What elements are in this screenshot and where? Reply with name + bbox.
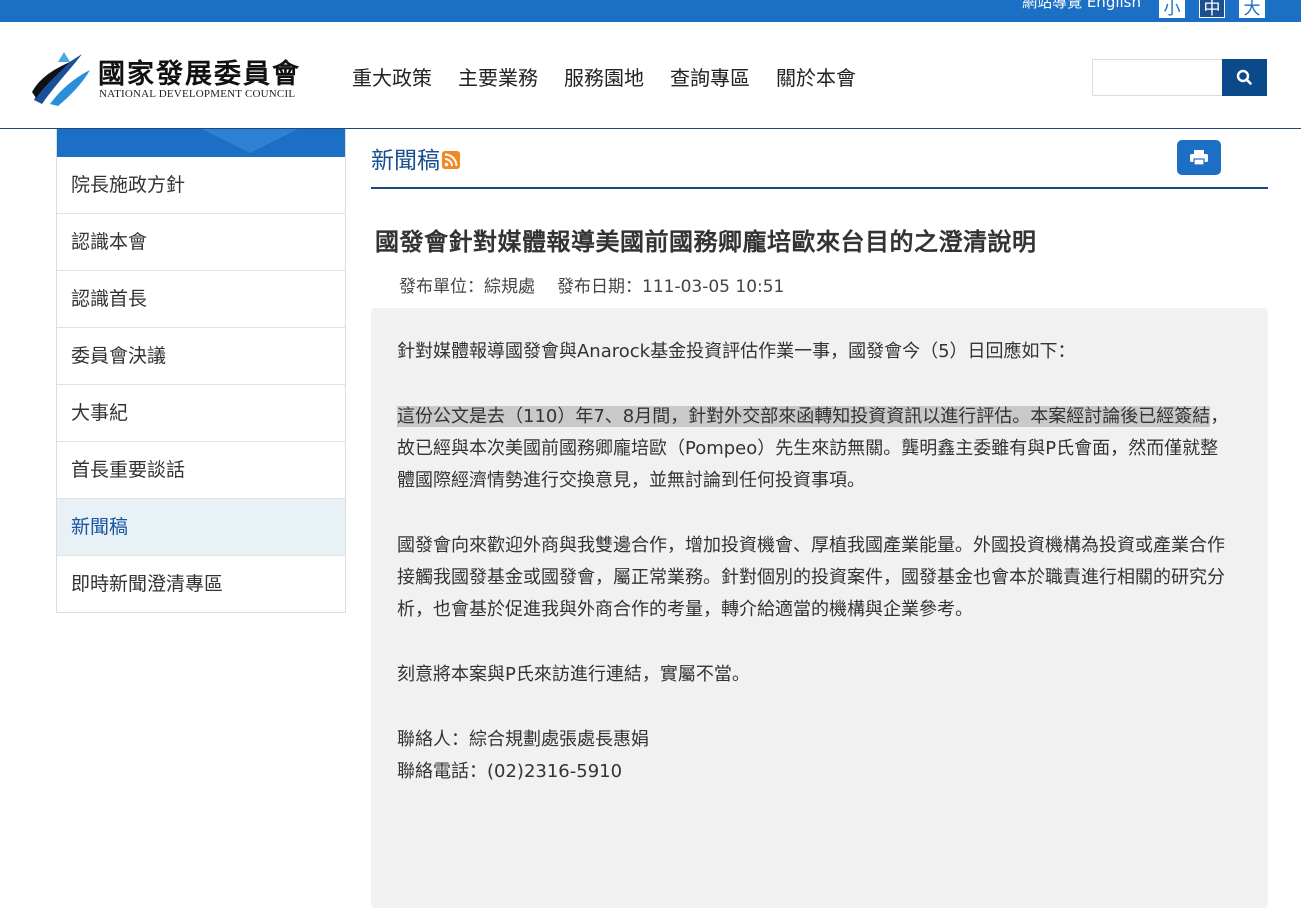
section-header: 新聞稿 (371, 129, 1268, 189)
font-size-small-button[interactable]: 小 (1159, 0, 1185, 19)
sidebar-item-chronicle[interactable]: 大事紀 (57, 385, 345, 442)
section-title: 新聞稿 (371, 148, 440, 174)
paragraph-4: 刻意將本案與P氏來訪進行連結，實屬不當。 (397, 664, 750, 685)
top-utility-bar: 網站導覽 English 小 中 大 (0, 0, 1301, 22)
contact-phone: 聯絡電話：(02)2316-5910 (397, 761, 623, 782)
selected-text: 這份公文是去（110）年7、8月間，針對外交部來函轉知投資資訊以進行評估。本案經… (397, 406, 1211, 427)
font-size-medium-button[interactable]: 中 (1199, 0, 1225, 19)
logo-chinese-name: 國家發展委員會 (98, 59, 301, 90)
sidebar-item-about-council[interactable]: 認識本會 (57, 214, 345, 271)
contact-person: 聯絡人：綜合規劃處張處長惠娟 (397, 729, 649, 750)
nav-about[interactable]: 關於本會 (776, 62, 856, 91)
main-nav: 重大政策 主要業務 服務園地 查詢專區 關於本會 (352, 62, 856, 91)
search-button[interactable] (1222, 59, 1267, 96)
site-logo[interactable]: 國家發展委員會 NATIONAL DEVELOPMENT COUNCIL (30, 48, 330, 108)
sidebar-header (57, 129, 345, 157)
print-icon (1190, 150, 1208, 166)
paragraph-3: 國發會向來歡迎外商與我雙邊合作，增加投資機會、厚植我國產業能量。外國投資機構為投… (397, 535, 1225, 620)
nav-query[interactable]: 查詢專區 (670, 62, 750, 91)
article-meta: 發布單位：綜規處 發布日期：111-03-05 10:51 (399, 272, 806, 297)
nav-major-policies[interactable]: 重大政策 (352, 62, 432, 91)
font-size-large-button[interactable]: 大 (1239, 0, 1265, 19)
utility-links[interactable]: 網站導覽 English (1022, 0, 1141, 12)
paragraph-2: 這份公文是去（110）年7、8月間，針對外交部來函轉知投資資訊以進行評估。本案經… (397, 401, 1234, 497)
main-content: 新聞稿 國發會針對媒體報導美國前國務卿龐培歐來台目的之澄清說明 發布單位：綜規處… (371, 129, 1268, 908)
paragraph-1: 針對媒體報導國發會與Anarock基金投資評估作業一事，國發會今（5）日回應如下… (397, 341, 1076, 362)
search-input[interactable] (1092, 59, 1222, 96)
sidebar-item-speeches[interactable]: 首長重要談話 (57, 442, 345, 499)
nav-main-business[interactable]: 主要業務 (458, 62, 538, 91)
article-body: 針對媒體報導國發會與Anarock基金投資評估作業一事，國發會今（5）日回應如下… (371, 308, 1268, 908)
site-header: 國家發展委員會 NATIONAL DEVELOPMENT COUNCIL 重大政… (0, 22, 1301, 129)
sidebar-item-clarifications[interactable]: 即時新聞澄清專區 (57, 556, 345, 612)
sidebar-item-press-releases[interactable]: 新聞稿 (57, 499, 345, 556)
nav-services[interactable]: 服務園地 (564, 62, 644, 91)
logo-mark-icon (32, 52, 90, 106)
sidebar: 院長施政方針 認識本會 認識首長 委員會決議 大事紀 首長重要談話 新聞稿 即時… (56, 129, 346, 613)
logo-english-name: NATIONAL DEVELOPMENT COUNCIL (99, 88, 296, 100)
publish-date: 發布日期：111-03-05 10:51 (557, 277, 785, 297)
contact-block: 聯絡人：綜合規劃處張處長惠娟 聯絡電話：(02)2316-5910 (397, 724, 1234, 788)
sidebar-item-resolutions[interactable]: 委員會決議 (57, 328, 345, 385)
search-icon (1236, 69, 1252, 85)
article-title: 國發會針對媒體報導美國前國務卿龐培歐來台目的之澄清說明 (375, 228, 1037, 256)
sidebar-item-leaders[interactable]: 認識首長 (57, 271, 345, 328)
rss-icon[interactable] (442, 151, 460, 169)
publish-unit: 發布單位：綜規處 (399, 277, 535, 297)
section-title-wrap: 新聞稿 (371, 141, 460, 175)
sidebar-item-policy[interactable]: 院長施政方針 (57, 157, 345, 214)
print-button[interactable] (1177, 140, 1221, 175)
